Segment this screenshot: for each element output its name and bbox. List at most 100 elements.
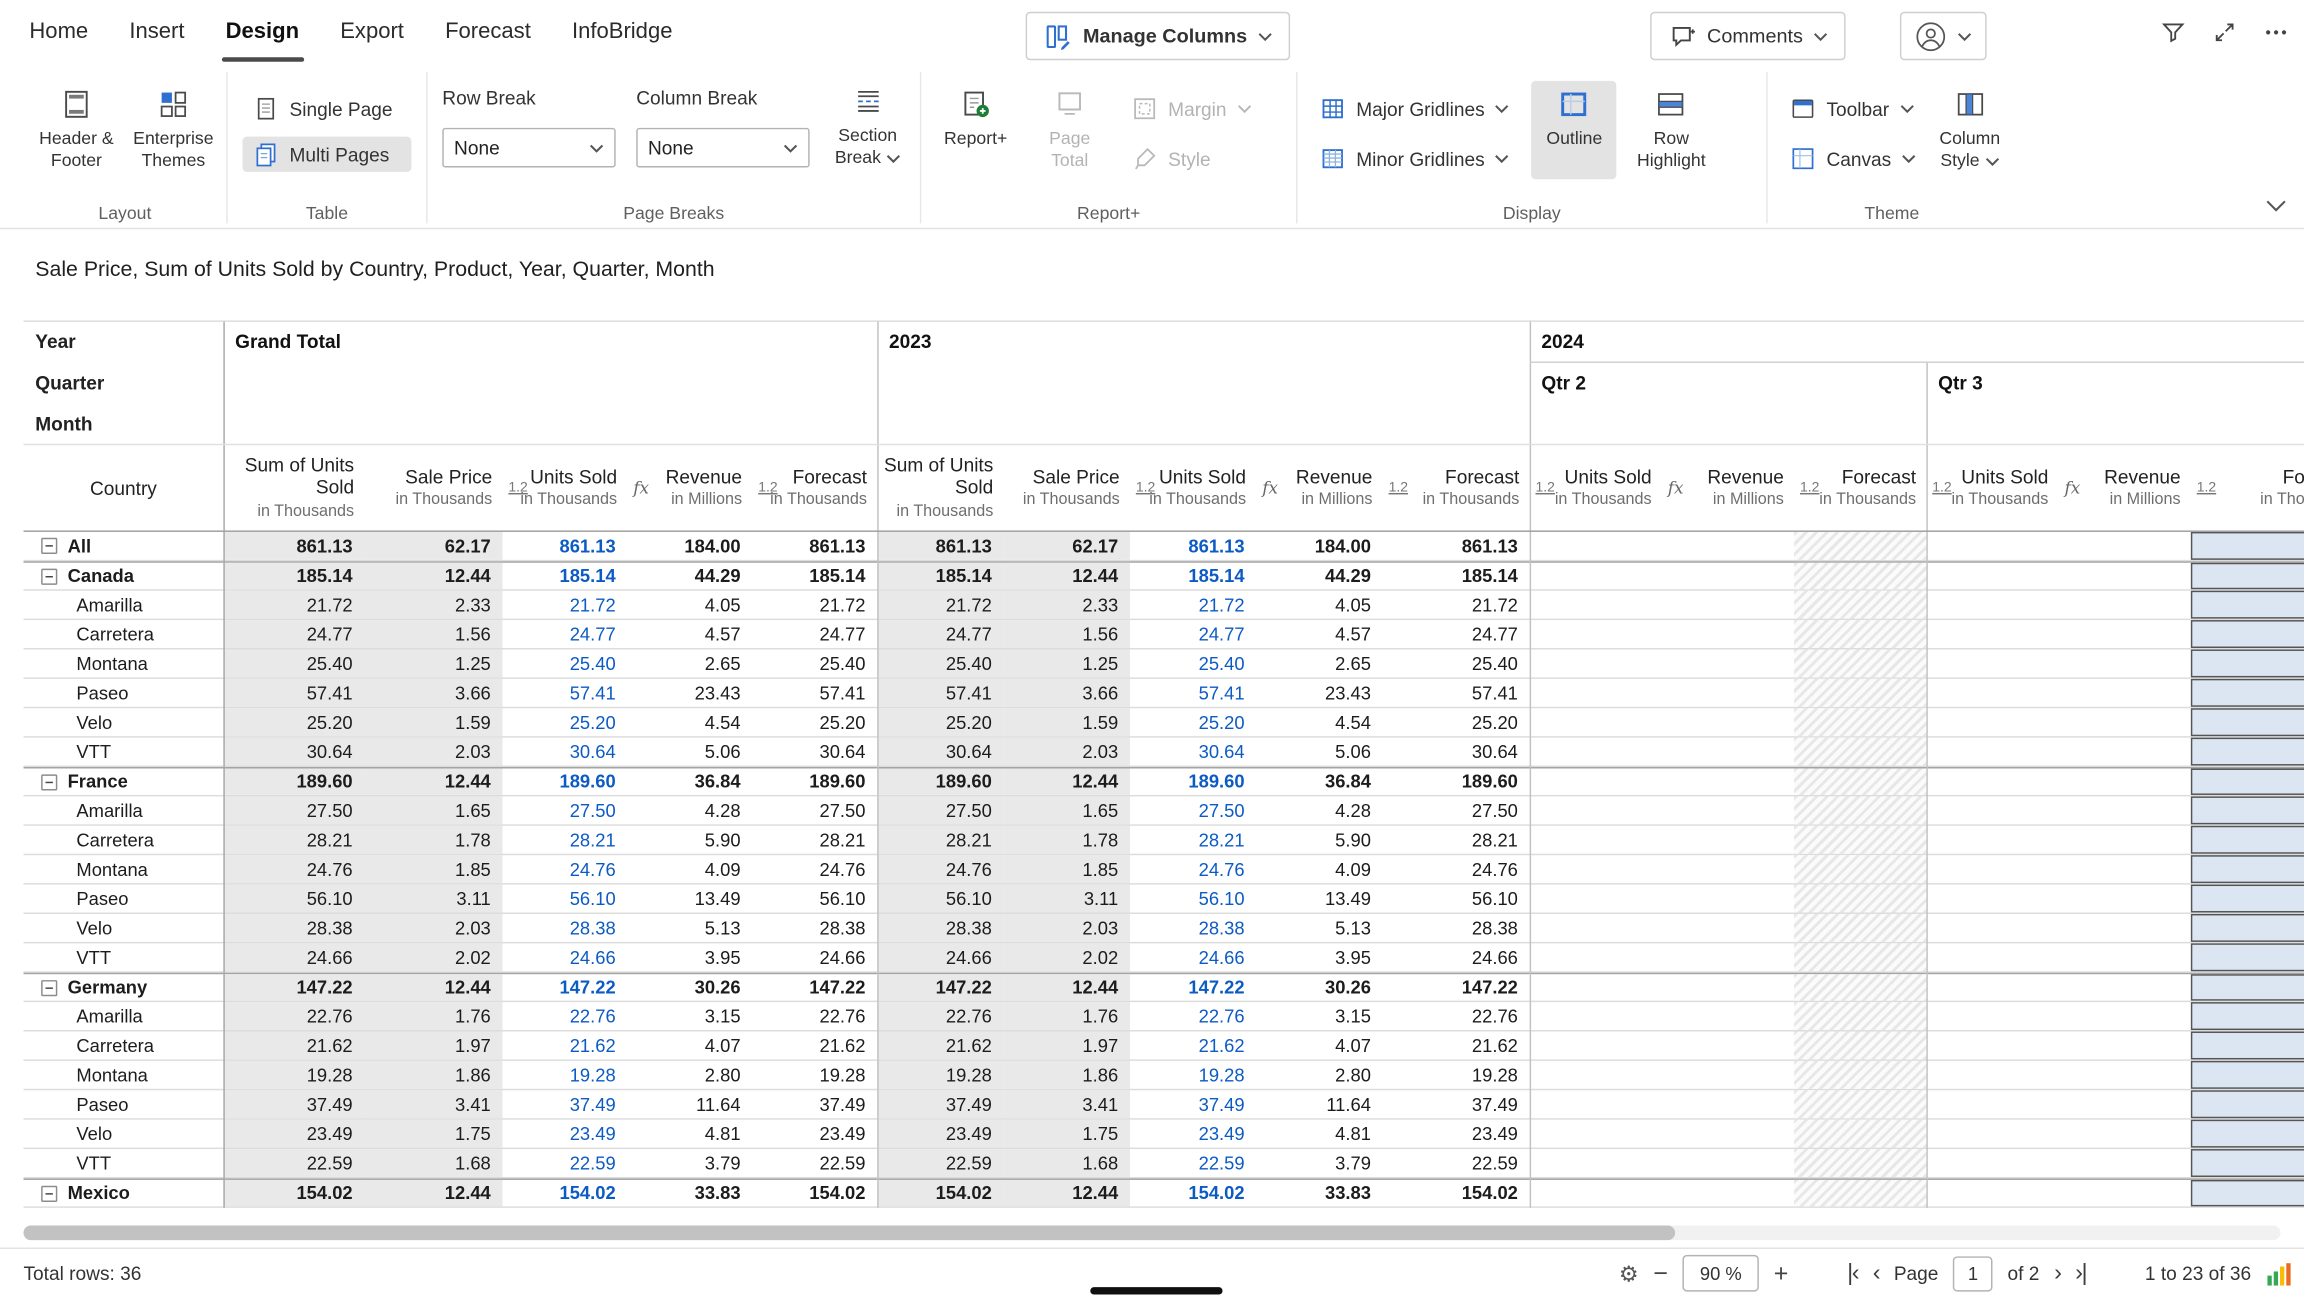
data-cell[interactable]: 4.07	[1256, 1032, 1382, 1060]
data-cell[interactable]: 5.06	[1256, 738, 1382, 766]
data-cell[interactable]: 57.41	[1383, 679, 1530, 707]
data-cell[interactable]	[1794, 620, 1926, 648]
data-cell[interactable]: 24.77	[1383, 620, 1530, 648]
data-cell[interactable]: 13.49	[627, 885, 752, 913]
column-header-grand-total-forecast[interactable]: 1.2Forecastin Thousands	[752, 444, 877, 532]
data-cell[interactable]: 154.02	[223, 1180, 364, 1206]
column-header-2023-revenue[interactable]: fxRevenuein Millions	[1256, 444, 1382, 532]
data-cell[interactable]: 36.84	[627, 768, 752, 794]
data-cell[interactable]: 30.64	[752, 738, 877, 766]
data-cell[interactable]: 12.44	[1004, 974, 1130, 1000]
data-cell[interactable]	[1530, 768, 1662, 794]
data-cell[interactable]: 2.33	[364, 591, 502, 619]
data-cell[interactable]	[1794, 974, 1926, 1000]
data-cell[interactable]: 25.20	[223, 708, 364, 736]
data-cell[interactable]	[1530, 532, 1662, 560]
data-cell[interactable]	[1926, 826, 2058, 854]
column-header-2023-sum-of-units-sold[interactable]: Sum of Units Soldin Thousands	[877, 444, 1003, 532]
collapse-icon[interactable]	[41, 979, 57, 995]
data-cell[interactable]: 24.66	[877, 943, 1003, 971]
data-cell[interactable]	[1926, 768, 2058, 794]
data-cell[interactable]: 1.85	[1004, 855, 1130, 883]
data-cell[interactable]	[2059, 1180, 2191, 1206]
data-cell[interactable]	[2059, 1120, 2191, 1148]
data-cell[interactable]	[2191, 885, 2304, 913]
data-cell[interactable]: 2.02	[1004, 943, 1130, 971]
data-cell[interactable]	[2059, 885, 2191, 913]
data-cell[interactable]	[1530, 708, 1662, 736]
data-cell[interactable]	[2059, 1061, 2191, 1089]
data-cell[interactable]: 23.43	[1256, 679, 1382, 707]
data-cell[interactable]: 21.72	[1130, 591, 1256, 619]
data-cell[interactable]: 27.50	[1130, 796, 1256, 824]
data-cell[interactable]	[1530, 649, 1662, 677]
data-cell[interactable]	[2191, 532, 2304, 560]
row-label-vtt[interactable]: VTT	[24, 738, 224, 766]
data-cell[interactable]: 1.25	[1004, 649, 1130, 677]
data-cell[interactable]: 4.09	[627, 855, 752, 883]
data-cell[interactable]: 24.76	[877, 855, 1003, 883]
data-cell[interactable]: 28.38	[503, 914, 628, 942]
data-cell[interactable]	[2059, 768, 2191, 794]
data-cell[interactable]: 1.97	[364, 1032, 502, 1060]
data-cell[interactable]: 189.60	[1383, 768, 1530, 794]
data-cell[interactable]: 57.41	[877, 679, 1003, 707]
data-cell[interactable]	[1794, 591, 1926, 619]
data-cell[interactable]	[1530, 943, 1662, 971]
data-cell[interactable]: 154.02	[752, 1180, 877, 1206]
data-cell[interactable]	[2191, 1061, 2304, 1089]
enterprise-themes-button[interactable]: Enterprise Themes	[126, 81, 220, 179]
account-menu[interactable]	[1900, 12, 1987, 60]
column-header-grand-total-revenue[interactable]: fxRevenuein Millions	[627, 444, 752, 532]
data-cell[interactable]: 185.14	[1383, 563, 1530, 589]
row-label-amarilla[interactable]: Amarilla	[24, 796, 224, 824]
row-label-montana[interactable]: Montana	[24, 855, 224, 883]
data-cell[interactable]: 30.64	[1383, 738, 1530, 766]
data-cell[interactable]: 27.50	[223, 796, 364, 824]
data-cell[interactable]: 3.41	[364, 1090, 502, 1118]
data-cell[interactable]: 185.14	[1130, 563, 1256, 589]
page-number-input[interactable]	[1953, 1256, 1993, 1291]
data-cell[interactable]	[1794, 708, 1926, 736]
data-cell[interactable]	[1662, 1061, 1794, 1089]
data-cell[interactable]: 1.75	[364, 1120, 502, 1148]
data-cell[interactable]	[2059, 591, 2191, 619]
zoom-in-button[interactable]: +	[1774, 1261, 1789, 1286]
data-cell[interactable]: 4.81	[627, 1120, 752, 1148]
data-cell[interactable]: 147.22	[1383, 974, 1530, 1000]
collapse-icon[interactable]	[41, 1185, 57, 1201]
row-label-paseo[interactable]: Paseo	[24, 1090, 224, 1118]
column-header-qtr2-revenue[interactable]: fxRevenuein Millions	[1662, 444, 1794, 532]
data-cell[interactable]	[1662, 649, 1794, 677]
data-cell[interactable]: 13.49	[1256, 885, 1382, 913]
data-cell[interactable]	[1530, 563, 1662, 589]
data-cell[interactable]	[1926, 943, 2058, 971]
data-cell[interactable]: 147.22	[752, 974, 877, 1000]
data-cell[interactable]	[2059, 532, 2191, 560]
data-cell[interactable]: 21.62	[503, 1032, 628, 1060]
data-cell[interactable]: 27.50	[877, 796, 1003, 824]
data-cell[interactable]	[2059, 914, 2191, 942]
data-cell[interactable]: 27.50	[752, 796, 877, 824]
data-cell[interactable]	[1662, 768, 1794, 794]
header-footer-button[interactable]: Header & Footer	[29, 81, 123, 179]
data-cell[interactable]: 21.62	[752, 1032, 877, 1060]
data-cell[interactable]: 184.00	[627, 532, 752, 560]
data-cell[interactable]	[1926, 885, 2058, 913]
data-cell[interactable]	[1530, 796, 1662, 824]
data-cell[interactable]: 37.49	[752, 1090, 877, 1118]
data-cell[interactable]: 24.66	[1130, 943, 1256, 971]
last-page-icon[interactable]: ›|	[2075, 1261, 2086, 1285]
data-cell[interactable]: 1.78	[364, 826, 502, 854]
data-cell[interactable]: 21.72	[877, 591, 1003, 619]
data-cell[interactable]: 185.14	[223, 563, 364, 589]
data-cell[interactable]	[1794, 826, 1926, 854]
data-cell[interactable]: 5.06	[627, 738, 752, 766]
data-cell[interactable]	[1662, 708, 1794, 736]
data-cell[interactable]: 28.38	[1130, 914, 1256, 942]
data-cell[interactable]: 861.13	[877, 532, 1003, 560]
data-cell[interactable]	[1926, 1002, 2058, 1030]
data-cell[interactable]: 25.40	[752, 649, 877, 677]
data-cell[interactable]: 19.28	[877, 1061, 1003, 1089]
tab-export[interactable]: Export	[320, 0, 425, 68]
